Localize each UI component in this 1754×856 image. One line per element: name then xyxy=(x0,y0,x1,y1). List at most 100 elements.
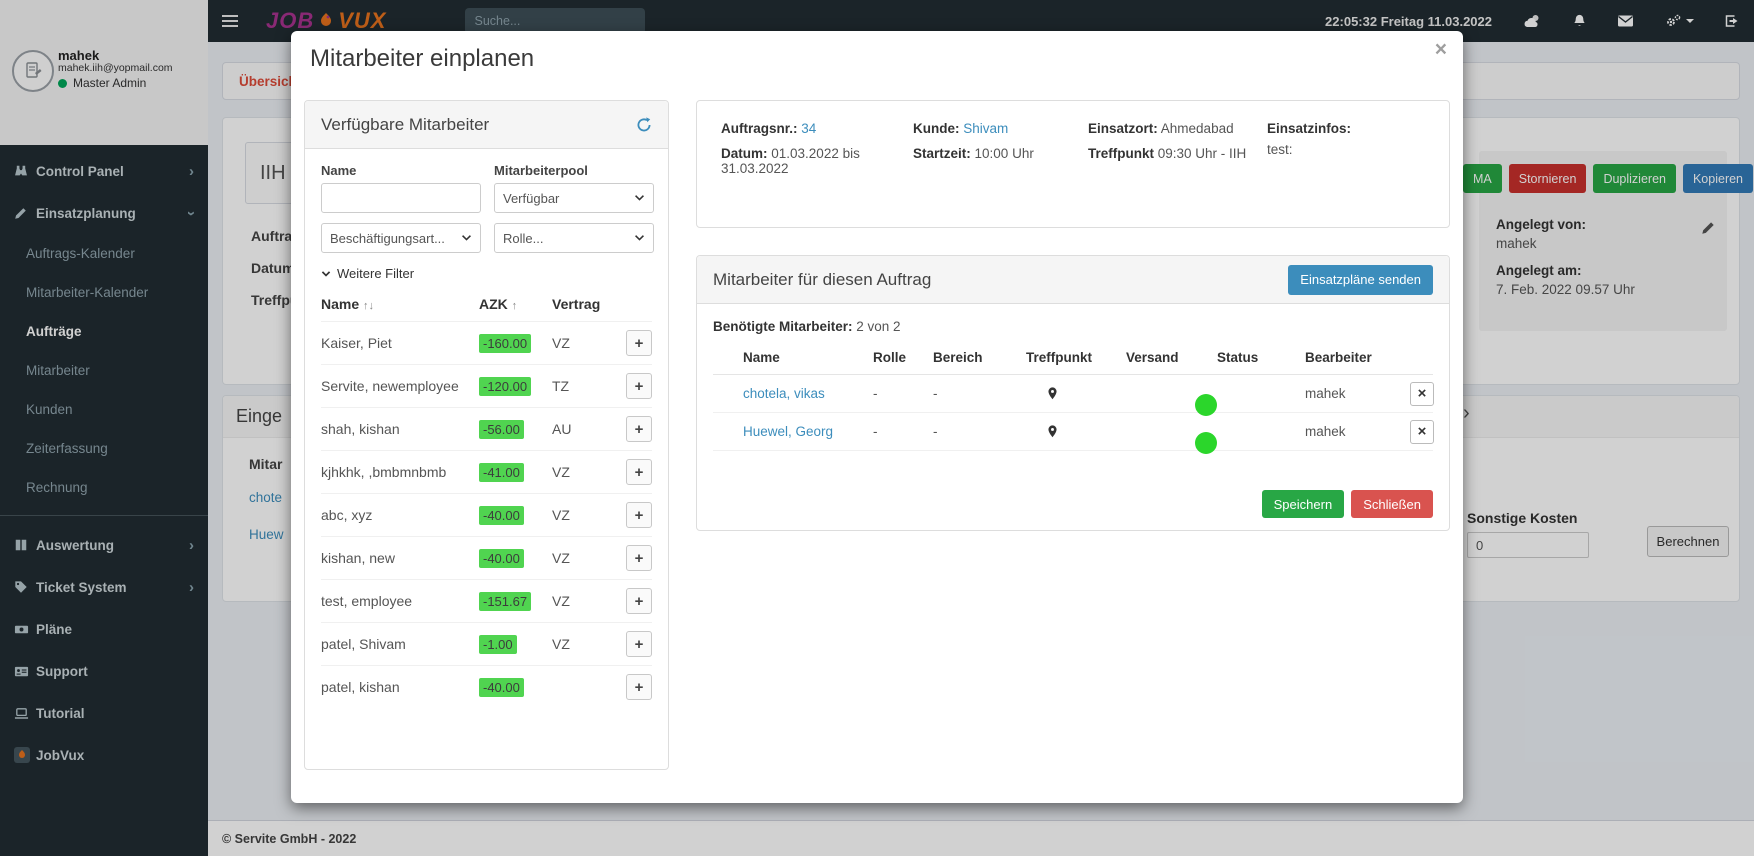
available-employee-row: Kaiser, Piet -160.00 VZ + xyxy=(321,321,652,364)
chevron-down-icon xyxy=(321,270,331,277)
toggle-knob xyxy=(1195,431,1217,454)
location-value: Ahmedabad xyxy=(1160,121,1234,136)
col-status: Status xyxy=(1217,350,1259,365)
add-employee-button[interactable]: + xyxy=(626,674,652,700)
pool-filter-label: Mitarbeiterpool xyxy=(494,163,588,178)
order-number-link[interactable]: 34 xyxy=(801,121,816,136)
contract-type: VZ xyxy=(552,464,570,480)
azk-badge: -41.00 xyxy=(479,462,524,482)
assigned-table-header: Name Rolle Bereich Treffpunkt Versand St… xyxy=(713,350,1433,375)
employee-name: kishan, new xyxy=(321,550,395,566)
add-employee-button[interactable]: + xyxy=(626,416,652,442)
name-filter-label: Name xyxy=(321,163,357,178)
sort-both-icon: ↑↓ xyxy=(363,300,375,312)
customer-label: Kunde: xyxy=(913,121,960,136)
remove-employee-button[interactable]: × xyxy=(1410,381,1434,406)
available-employee-row: patel, Shivam -1.00 VZ + xyxy=(321,622,652,665)
close-button[interactable]: Schließen xyxy=(1351,490,1433,518)
employee-name: patel, kishan xyxy=(321,679,400,695)
add-employee-button[interactable]: + xyxy=(626,330,652,356)
available-employees-table: Name ↑↓ AZK ↑ Vertrag Kaiser, Piet -160.0… xyxy=(321,296,652,708)
add-employee-button[interactable]: + xyxy=(626,502,652,528)
save-button[interactable]: Speichern xyxy=(1261,490,1345,518)
schedule-employees-modal: × Mitarbeiter einplanen Verfügbare Mitar… xyxy=(291,31,1463,803)
employee-name: abc, xyz xyxy=(321,507,373,523)
required-employees-value: 2 von 2 xyxy=(856,319,901,334)
col-bearbeiter: Bearbeiter xyxy=(1305,350,1372,365)
assigned-employee-link[interactable]: Huewel, Georg xyxy=(743,424,873,439)
azk-badge: -151.67 xyxy=(479,591,532,611)
contract-type: VZ xyxy=(552,636,570,652)
remove-employee-button[interactable]: × xyxy=(1410,419,1434,444)
send-schedules-button[interactable]: Einsatzpläne senden xyxy=(1288,264,1433,295)
chevron-down-icon xyxy=(462,235,471,241)
col-bereich: Bereich xyxy=(933,350,983,365)
contract-type: VZ xyxy=(552,335,570,351)
azk-badge: -56.00 xyxy=(479,419,524,439)
available-employees-card: Verfügbare Mitarbeiter Name Mitarbeiterp… xyxy=(304,100,669,770)
assigned-employee-link[interactable]: chotela, vikas xyxy=(743,386,873,401)
required-employees: Benötigte Mitarbeiter: 2 von 2 xyxy=(713,319,1433,334)
contract-type: TZ xyxy=(552,378,570,394)
meeting-point-label: Treffpunkt xyxy=(1088,146,1154,161)
order-col-4: Einsatzinfos: test: xyxy=(1267,121,1449,176)
azk-badge: -120.00 xyxy=(479,376,532,396)
location-label: Einsatzort: xyxy=(1088,121,1158,136)
assigned-employee-row: chotela, vikas - - mahek × xyxy=(713,375,1434,416)
available-card-title: Verfügbare Mitarbeiter xyxy=(321,114,490,134)
refresh-icon[interactable] xyxy=(636,116,652,133)
add-employee-button[interactable]: + xyxy=(626,373,652,399)
available-employee-row: shah, kishan -56.00 AU + xyxy=(321,407,652,450)
assigned-card-title: Mitarbeiter für diesen Auftrag xyxy=(713,269,932,289)
order-info-card: Auftragsnr.: 34 Datum: 01.03.2022 bis 31… xyxy=(696,100,1450,228)
name-filter-input[interactable] xyxy=(321,183,481,213)
date-label: Datum: xyxy=(721,146,768,161)
column-header-azk[interactable]: AZK ↑ xyxy=(479,296,552,312)
contract-type: VZ xyxy=(552,507,570,523)
available-card-header: Verfügbare Mitarbeiter xyxy=(305,101,668,149)
contract-type: VZ xyxy=(552,550,570,566)
available-rows: Kaiser, Piet -160.00 VZ + Servite, newemploy… xyxy=(321,321,652,708)
assigned-rows: chotela, vikas - - mahek × Huewel, Georg - - mah… xyxy=(713,375,1434,454)
column-header-name[interactable]: Name ↑↓ xyxy=(321,296,479,312)
column-header-vertrag[interactable]: Vertrag xyxy=(552,296,604,312)
available-employee-row: test, employee -151.67 VZ + xyxy=(321,579,652,622)
contract-type: AU xyxy=(552,421,572,437)
more-filters-toggle[interactable]: Weitere Filter xyxy=(321,266,652,281)
role-select[interactable]: Rolle... xyxy=(494,223,654,253)
col-name: Name xyxy=(743,350,780,365)
pool-select[interactable]: Verfügbar xyxy=(494,183,654,213)
add-employee-button[interactable]: + xyxy=(626,459,652,485)
map-marker-icon[interactable] xyxy=(1046,386,1126,401)
customer-link[interactable]: Shivam xyxy=(963,121,1008,136)
start-time-value: 10:00 Uhr xyxy=(974,146,1034,161)
azk-badge: -40.00 xyxy=(479,505,524,525)
available-employee-row: abc, xyz -40.00 VZ + xyxy=(321,493,652,536)
employee-name: shah, kishan xyxy=(321,421,400,437)
close-icon[interactable]: × xyxy=(1435,39,1447,60)
pool-select-value: Verfügbar xyxy=(503,190,560,206)
contract-type: VZ xyxy=(552,593,570,609)
required-employees-label: Benötigte Mitarbeiter: xyxy=(713,319,853,334)
infos-label: Einsatzinfos: xyxy=(1267,121,1352,136)
azk-badge: -1.00 xyxy=(479,634,517,654)
map-marker-icon[interactable] xyxy=(1046,424,1126,439)
start-time-label: Startzeit: xyxy=(913,146,971,161)
add-employee-button[interactable]: + xyxy=(626,588,652,614)
col-treffpunkt: Treffpunkt xyxy=(1026,350,1092,365)
employee-name: patel, Shivam xyxy=(321,636,406,652)
more-filters-label: Weitere Filter xyxy=(337,266,415,281)
available-employee-row: Servite, newemployee -120.00 TZ + xyxy=(321,364,652,407)
assigned-employee-row: Huewel, Georg - - mahek × xyxy=(713,413,1434,454)
sort-up-icon: ↑ xyxy=(511,300,518,312)
azk-badge: -40.00 xyxy=(479,548,524,568)
employee-name: kjhkhk, ,bmbmnbmb xyxy=(321,464,447,480)
col-versand: Versand xyxy=(1126,350,1179,365)
chevron-down-icon xyxy=(635,195,644,201)
role-cell: - xyxy=(873,386,878,401)
add-employee-button[interactable]: + xyxy=(626,631,652,657)
employee-name: Servite, newemployee xyxy=(321,378,459,394)
add-employee-button[interactable]: + xyxy=(626,545,652,571)
employment-type-select[interactable]: Beschäftigungsart... xyxy=(321,223,481,253)
area-cell: - xyxy=(933,386,938,401)
